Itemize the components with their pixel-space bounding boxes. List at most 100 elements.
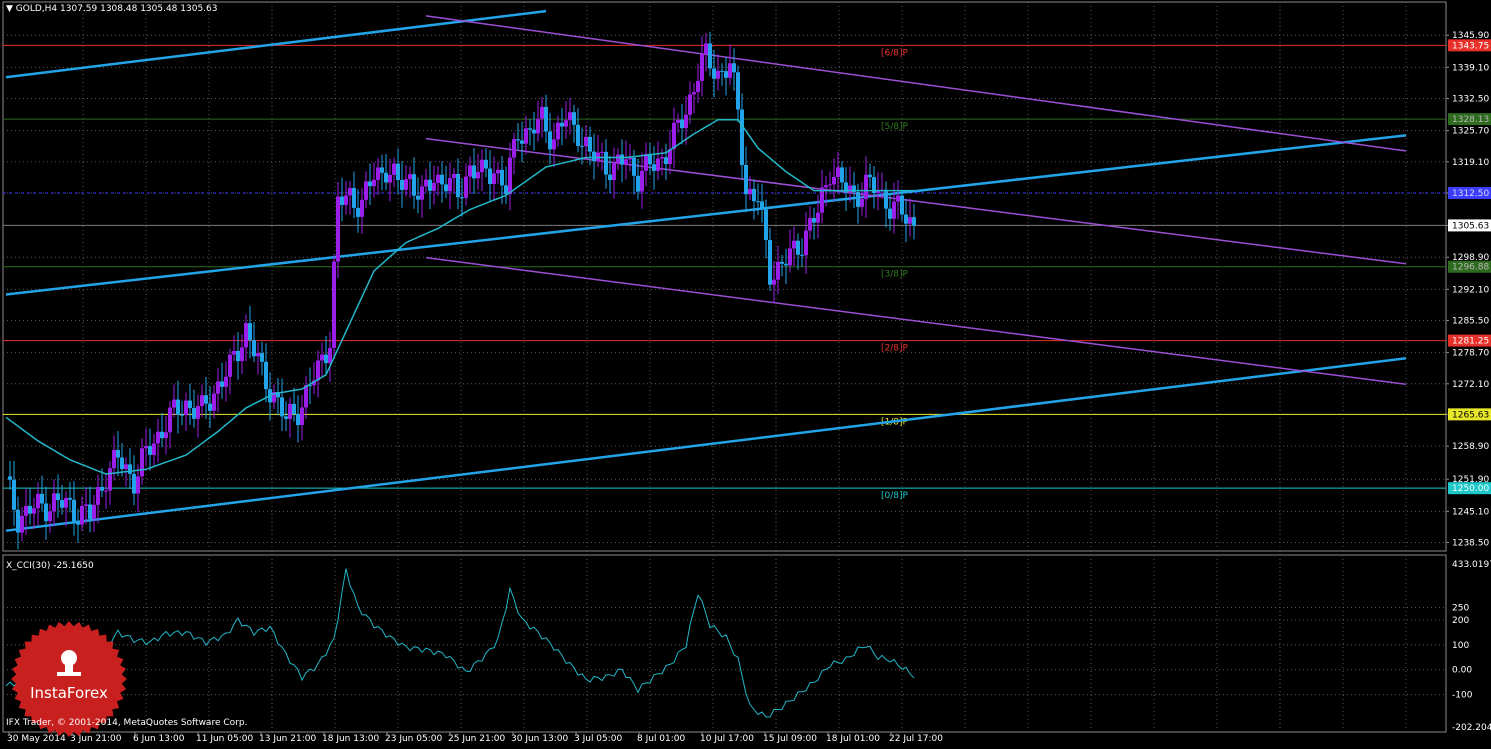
candle-body (352, 187, 356, 208)
candle-body (468, 165, 472, 177)
price-level-label: [2/8]P (881, 344, 909, 354)
candle-body (28, 505, 32, 514)
candle-body (384, 172, 388, 183)
candle-body (692, 92, 696, 95)
candle-body (132, 473, 136, 494)
candle-body (528, 128, 532, 130)
candle-body (244, 323, 248, 348)
candle-body (456, 173, 460, 198)
cci-tick-label: 0.00 (1452, 666, 1472, 676)
x-tick-label: 11 Jun 05:00 (196, 734, 253, 744)
candle-body (900, 195, 904, 215)
candle-body (236, 350, 240, 362)
candle-body (700, 54, 704, 81)
candle-body (572, 112, 576, 125)
candle-body (792, 240, 796, 249)
candle-body (260, 353, 264, 362)
candle-body (640, 170, 644, 192)
candle-body (520, 140, 524, 144)
candle-body (564, 120, 568, 127)
candle-body (600, 151, 604, 153)
candle-body (476, 172, 480, 179)
candle-body (76, 521, 80, 525)
candle-body (704, 43, 708, 55)
price-level-tag-text: 1281.25 (1452, 337, 1489, 347)
candle-body (812, 218, 816, 223)
price-level-label: [6/8]P (881, 48, 909, 58)
grid (3, 2, 1446, 732)
x-tick-label: 23 Jun 05:00 (385, 734, 442, 744)
candle-body (868, 174, 872, 178)
candle-body (36, 493, 40, 509)
symbol-dropdown-icon[interactable]: ▼ (6, 4, 13, 14)
candle-body (632, 157, 636, 176)
x-tick-label: 15 Jul 09:00 (763, 734, 817, 744)
candle-body (512, 139, 516, 158)
candle-body (16, 509, 20, 533)
candle-body (68, 497, 72, 500)
cci-tick-label: 100 (1452, 641, 1469, 651)
candle-body (264, 361, 268, 390)
candle-body (628, 157, 632, 160)
candle-body (448, 178, 452, 192)
cci-header: X_CCI(30) -25.1650 (6, 561, 94, 571)
price-level-tag-text: 1312.50 (1452, 189, 1489, 199)
candle-body (136, 476, 140, 494)
candle-body (680, 119, 684, 129)
cci-tick-label: -202.2045 (1452, 723, 1491, 733)
candle-body (604, 151, 608, 175)
candle-body (148, 446, 152, 455)
x-tick-label: 10 Jul 17:00 (700, 734, 754, 744)
candle-body (180, 414, 184, 416)
trend-line (5, 134, 1407, 296)
candle-body (440, 174, 444, 185)
candle-body (24, 505, 28, 516)
candle-body (224, 376, 228, 387)
candle-body (912, 217, 916, 226)
candle-body (892, 201, 896, 219)
logo-text: InstaForex (30, 684, 108, 702)
candle-body (568, 112, 572, 121)
candle-body (620, 154, 624, 165)
price-level-tag-text: 1305.63 (1452, 221, 1489, 231)
candle-body (624, 159, 628, 165)
candle-body (204, 395, 208, 404)
candle-body (196, 406, 200, 419)
candle-body (780, 261, 784, 264)
candle-body (104, 490, 108, 492)
candle-body (188, 400, 192, 409)
symbol-label: GOLD,H4 (15, 4, 58, 14)
candle-body (652, 164, 656, 171)
candle-body (240, 347, 244, 362)
moving-average-line (5, 118, 914, 475)
candle-body (772, 279, 776, 285)
candle-body (100, 486, 104, 491)
price-level-tag-text: 1250.00 (1452, 484, 1489, 494)
candle-body (400, 179, 404, 190)
candle-body (508, 157, 512, 195)
candle-body (324, 354, 328, 364)
candle-body (496, 169, 500, 174)
candle-body (824, 185, 828, 188)
candle-body (32, 508, 36, 514)
candle-body (212, 393, 216, 411)
cci-tick-label: -100 (1452, 691, 1473, 701)
candle-body (84, 504, 88, 506)
candle-body (416, 195, 420, 200)
candle-body (712, 68, 716, 79)
candle-body (616, 154, 620, 164)
y-tick-label: 1292.10 (1452, 285, 1489, 295)
candle-body (720, 70, 724, 72)
candle-body (356, 207, 360, 217)
candle-body (532, 129, 536, 134)
candle-body (408, 174, 412, 180)
candle-body (836, 167, 840, 177)
y-tick-label: 1325.70 (1452, 127, 1489, 137)
candle-body (584, 136, 588, 147)
candle-body (732, 63, 736, 73)
candle-body (480, 159, 484, 173)
candle-body (716, 70, 720, 79)
candle-body (252, 340, 256, 357)
price-level-tag-text: 1343.75 (1452, 41, 1489, 51)
candle-body (92, 504, 96, 519)
